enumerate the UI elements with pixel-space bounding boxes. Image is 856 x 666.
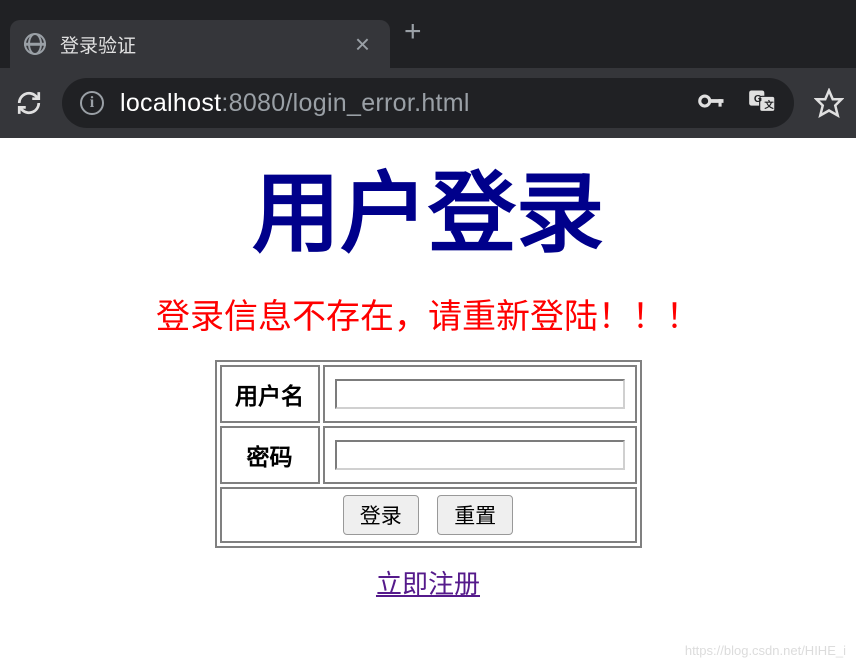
- password-label: 密码: [220, 426, 320, 484]
- button-row: 登录 重置: [220, 487, 637, 543]
- login-button[interactable]: 登录: [343, 495, 419, 535]
- toolbar: i localhost:8080/login_error.html G文: [0, 68, 856, 138]
- url-text: localhost:8080/login_error.html: [120, 89, 470, 118]
- table-row: 密码: [220, 426, 637, 484]
- table-row: 用户名: [220, 365, 637, 423]
- error-message: 登录信息不存在，请重新登陆！！！: [0, 289, 856, 338]
- key-icon[interactable]: [696, 86, 726, 121]
- translate-icon[interactable]: G文: [748, 87, 776, 120]
- svg-text:文: 文: [763, 99, 774, 110]
- login-form-table: 用户名 密码 登录 重置: [215, 360, 642, 548]
- browser-tab[interactable]: 登录验证 ×: [10, 20, 390, 68]
- reset-button[interactable]: 重置: [437, 495, 513, 535]
- username-input[interactable]: [335, 379, 625, 409]
- password-cell: [323, 426, 637, 484]
- password-input[interactable]: [335, 440, 625, 470]
- page-title: 用户登录: [0, 168, 856, 265]
- username-label: 用户名: [220, 365, 320, 423]
- close-tab-button[interactable]: ×: [349, 29, 376, 60]
- username-cell: [323, 365, 637, 423]
- new-tab-button[interactable]: +: [404, 15, 422, 49]
- reload-button[interactable]: [8, 82, 50, 124]
- globe-icon: [24, 33, 46, 55]
- register-link[interactable]: 立即注册: [376, 564, 480, 601]
- info-icon[interactable]: i: [80, 91, 104, 115]
- tab-title: 登录验证: [60, 31, 335, 58]
- tab-strip: 登录验证 × +: [0, 0, 856, 68]
- page-content: 用户登录 登录信息不存在，请重新登陆！！！ 用户名 密码 登录 重置 立即注册: [0, 138, 856, 601]
- watermark: https://blog.csdn.net/HIHE_i: [685, 643, 846, 658]
- svg-text:G: G: [754, 93, 762, 105]
- bookmark-star-button[interactable]: [810, 84, 848, 122]
- address-bar[interactable]: i localhost:8080/login_error.html G文: [62, 78, 794, 128]
- table-row: 登录 重置: [220, 487, 637, 543]
